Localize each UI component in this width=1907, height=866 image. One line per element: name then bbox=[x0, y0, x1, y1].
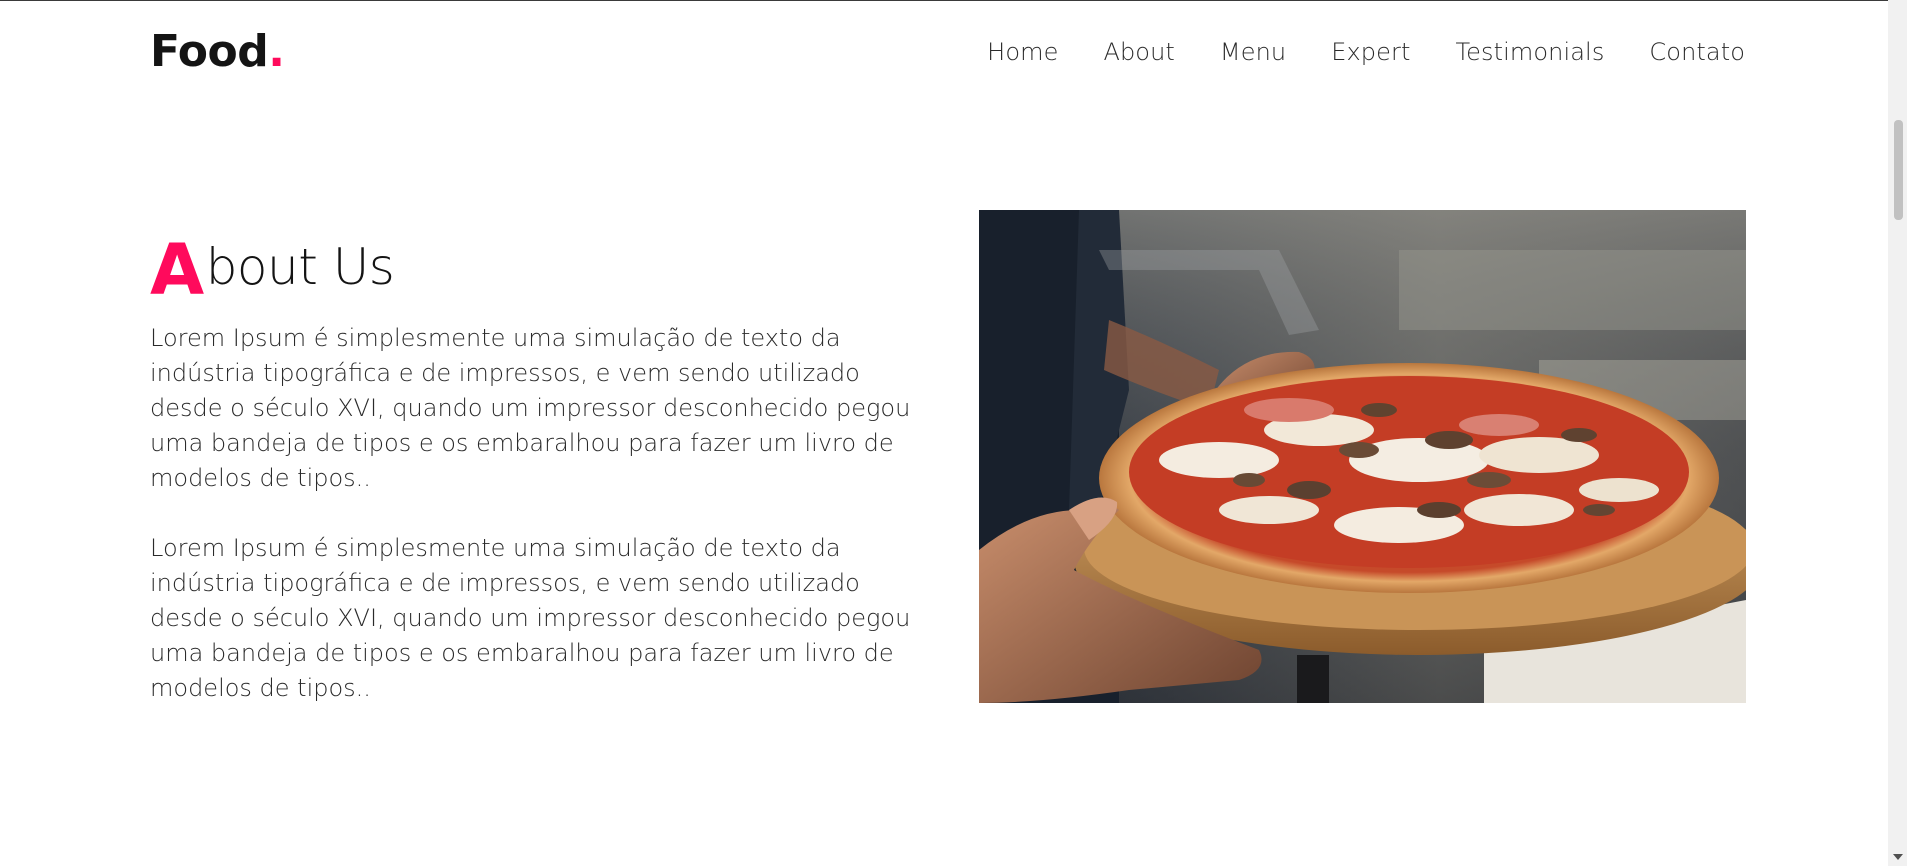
nav-item-testimonials[interactable]: Testimonials bbox=[1455, 34, 1604, 70]
site-logo[interactable]: Food. bbox=[150, 22, 285, 82]
about-paragraph-2: Lorem Ipsum é simplesmente uma simulação… bbox=[150, 534, 911, 702]
main-nav: Home About Menu Expert Testimonials Cont… bbox=[987, 34, 1745, 70]
scroll-down-arrow-icon[interactable] bbox=[1893, 854, 1903, 860]
logo-dot: . bbox=[268, 26, 285, 77]
about-title-rest: bout Us bbox=[205, 238, 395, 296]
about-paragraph-1: Lorem Ipsum é simplesmente uma simulação… bbox=[150, 324, 911, 492]
page-scrollbar[interactable] bbox=[1888, 0, 1907, 866]
logo-text: Food bbox=[150, 26, 269, 77]
nav-item-menu[interactable]: Menu bbox=[1220, 34, 1286, 70]
pizza-photo bbox=[979, 210, 1746, 703]
nav-item-expert[interactable]: Expert bbox=[1331, 34, 1410, 70]
nav-item-home[interactable]: Home bbox=[987, 34, 1058, 70]
about-section: About Us Lorem Ipsum é simplesmente uma … bbox=[150, 232, 940, 706]
about-title: About Us bbox=[150, 232, 940, 305]
scrollbar-thumb[interactable] bbox=[1894, 120, 1903, 220]
nav-item-contato[interactable]: Contato bbox=[1649, 34, 1745, 70]
nav-item-about[interactable]: About bbox=[1103, 34, 1174, 70]
pizza-image bbox=[979, 210, 1746, 703]
about-title-initial: A bbox=[150, 229, 204, 311]
site-header: Food. Home About Menu Expert Testimonial… bbox=[0, 0, 1888, 104]
